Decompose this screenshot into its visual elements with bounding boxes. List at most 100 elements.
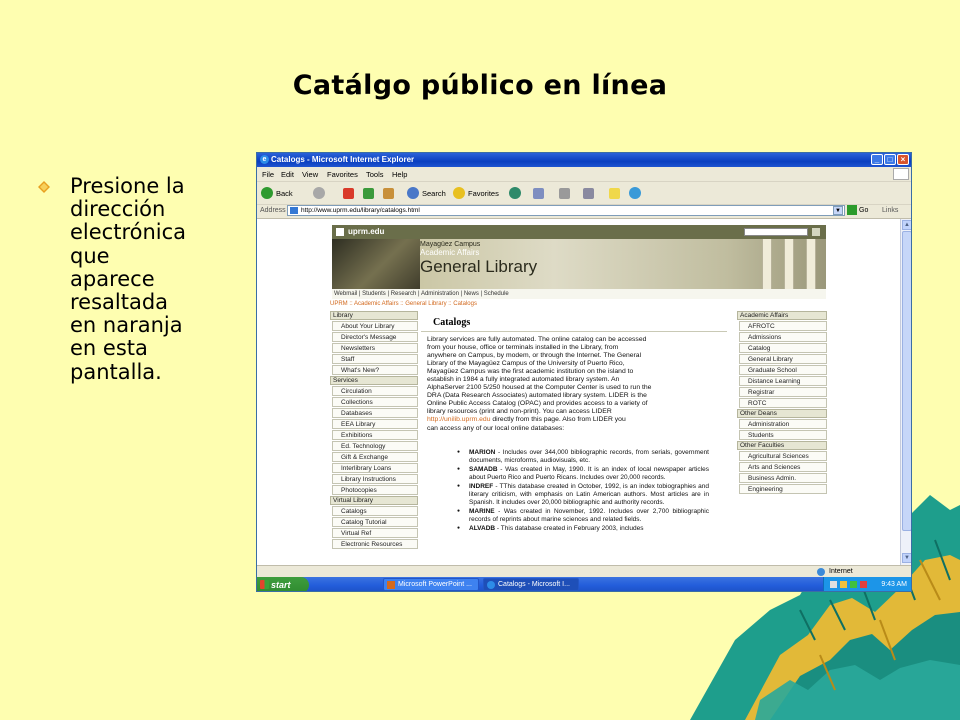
nav-item[interactable]: AFROTC [739,321,827,331]
close-button[interactable]: × [897,154,909,165]
nav-item[interactable]: Newsletters [332,343,418,353]
discuss-button[interactable] [609,186,620,200]
back-button[interactable]: Back [261,186,293,200]
tray-icon[interactable] [830,581,837,588]
library-banner: Mayagüez Campus Academic Affairs General… [332,239,826,289]
menu-help[interactable]: Help [392,170,407,179]
forward-button[interactable] [313,186,328,200]
lider-link[interactable]: http://unilib.uprm.edu [427,416,490,423]
messenger-button[interactable] [629,186,644,200]
nav-header[interactable]: Other Faculties [737,441,827,450]
nav-item[interactable]: Gift & Exchange [332,452,418,462]
tray-icon[interactable] [850,581,857,588]
go-label: Go [859,206,869,214]
nav-header[interactable]: Services [330,376,418,385]
address-dropdown-button[interactable]: ▼ [833,206,843,215]
home-icon [383,187,394,199]
scroll-up-button[interactable]: ▲ [902,220,911,230]
address-input[interactable]: http://www.uprm.edu/library/catalogs.htm… [287,205,845,216]
site-search-button[interactable] [812,228,820,236]
menu-edit[interactable]: Edit [281,170,294,179]
nav-item[interactable]: Catalog [739,343,827,353]
favorites-button[interactable]: Favorites [453,186,499,200]
links-button[interactable]: Links [882,207,898,214]
database-name: ALVADB [469,525,496,533]
tray-icon[interactable] [860,581,867,588]
nav-item[interactable]: Staff [332,354,418,364]
list-item: INDREF - TThis database created in Octob… [457,483,709,506]
edit-icon [583,187,594,199]
bullet-line: aparece [70,266,155,291]
go-button[interactable]: Go [847,205,868,215]
menu-view[interactable]: View [302,170,318,179]
nav-item[interactable]: Catalogs [332,506,418,516]
nav-item[interactable]: Director's Message [332,332,418,342]
tray-icon[interactable] [840,581,847,588]
home-button[interactable] [383,186,394,200]
nav-item[interactable]: Library Instructions [332,474,418,484]
nav-item[interactable]: Collections [332,397,418,407]
site-search-input[interactable] [744,228,808,236]
nav-item[interactable]: Exhibitions [332,430,418,440]
nav-item[interactable]: Administration [739,419,827,429]
nav-item[interactable]: Photocopies [332,485,418,495]
nav-header[interactable]: Academic Affairs [737,311,827,320]
nav-item[interactable]: ROTC [739,398,827,408]
bullet-line: resaltada [70,290,169,315]
nav-item[interactable]: Agricultural Sciences [739,451,827,461]
nav-item[interactable]: Distance Learning [739,376,827,386]
database-desc: - Was created in May, 1990. It is an ind… [469,466,709,481]
nav-header[interactable]: Library [330,311,418,320]
breadcrumb[interactable]: UPRM :: Academic Affairs :: General Libr… [330,301,477,307]
nav-item[interactable]: What's New? [332,365,418,375]
site-subnav[interactable]: Webmail | Students | Research | Administ… [332,289,826,299]
bullet-text: Presione la dirección electrónica que ap… [70,174,245,384]
refresh-icon [363,187,374,199]
nav-item[interactable]: Ed. Technology [332,441,418,451]
intro-line: DRA (Data Research Associates) automated… [427,392,647,400]
nav-item[interactable]: Arts and Sciences [739,462,827,472]
nav-item[interactable]: About Your Library [332,321,418,331]
mail-button[interactable] [533,186,544,200]
stop-button[interactable] [343,186,354,200]
nav-header[interactable]: Other Deans [737,409,827,418]
search-label: Search [422,188,446,198]
search-button[interactable]: Search [407,186,446,200]
nav-item[interactable]: Graduate School [739,365,827,375]
address-label: Address [260,207,286,214]
start-button[interactable]: start [257,577,309,591]
minimize-button[interactable]: _ [871,154,883,165]
nav-item[interactable]: Registrar [739,387,827,397]
vertical-scrollbar[interactable]: ▲ ▼ [900,219,911,565]
print-button[interactable] [559,186,570,200]
nav-item[interactable]: Interlibrary Loans [332,463,418,473]
search-icon [407,187,419,199]
nav-item[interactable]: Electronic Resources [332,539,418,549]
nav-item[interactable]: Admissions [739,332,827,342]
refresh-button[interactable] [363,186,374,200]
nav-item[interactable]: Engineering [739,484,827,494]
nav-item[interactable]: Databases [332,408,418,418]
nav-header[interactable]: Virtual Library [330,496,418,505]
slide-title: Catálgo público en línea [292,70,668,101]
taskbar-item-catalogs[interactable]: Catalogs - Microsoft I... [483,578,579,591]
maximize-button[interactable]: □ [884,154,896,165]
scroll-down-button[interactable]: ▼ [902,553,911,563]
history-button[interactable] [509,186,524,200]
database-name: MARINE [469,508,495,516]
menu-favorites[interactable]: Favorites [327,170,358,179]
nav-item[interactable]: Circulation [332,386,418,396]
nav-item[interactable]: General Library [739,354,827,364]
nav-item[interactable]: Catalog Tutorial [332,517,418,527]
menu-file[interactable]: File [262,170,274,179]
nav-item[interactable]: Business Admin. [739,473,827,483]
database-name: INDREF [469,483,494,491]
edit-button[interactable] [583,186,594,200]
database-desc: - TThis database created in October, 199… [469,483,709,506]
menu-tools[interactable]: Tools [366,170,384,179]
taskbar-item-powerpoint[interactable]: Microsoft PowerPoint ... [383,578,479,591]
nav-item[interactable]: EEA Library [332,419,418,429]
nav-item[interactable]: Students [739,430,827,440]
nav-item[interactable]: Virtual Ref [332,528,418,538]
scroll-thumb[interactable] [902,231,911,531]
